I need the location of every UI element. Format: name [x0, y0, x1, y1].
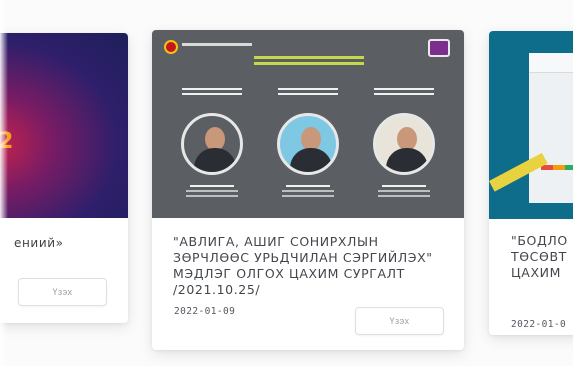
view-button[interactable]: Үзэх: [355, 307, 444, 335]
thumbnail-banner: [254, 56, 364, 72]
card-title[interactable]: "БОДЛО ТӨСӨВТ ЦАХИМ: [511, 233, 573, 281]
partner-logo-icon: [428, 39, 450, 57]
news-card-left[interactable]: 2 ениий» Үзэх: [0, 33, 128, 323]
card-thumbnail[interactable]: 2: [0, 33, 128, 218]
view-button[interactable]: Үзэх: [18, 278, 107, 306]
card-title[interactable]: "АВЛИГА, АШИГ СОНИРХЛЫН ЗӨРЧЛӨӨС УРЬДЧИЛ…: [173, 234, 433, 298]
color-scale: [541, 165, 573, 170]
news-carousel: 2 ениий» Үзэх: [0, 0, 573, 366]
speaker-2: [272, 88, 344, 200]
card-title[interactable]: ениий»: [14, 235, 122, 251]
emblem-logo-icon: [164, 40, 178, 54]
speaker-3: [368, 88, 440, 200]
document-preview: [529, 53, 573, 203]
fade-edge: [0, 0, 8, 366]
news-card-center[interactable]: "АВЛИГА, АШИГ СОНИРХЛЫН ЗӨРЧЛӨӨС УРЬДЧИЛ…: [152, 30, 464, 350]
thumbnail-header: [152, 30, 464, 57]
card-date: 2022-01-0: [511, 319, 567, 330]
news-card-right[interactable]: "БОДЛО ТӨСӨВТ ЦАХИМ 2022-01-0: [489, 31, 573, 335]
card-thumbnail[interactable]: [152, 30, 464, 218]
card-date: 2022-01-09: [174, 306, 236, 317]
speaker-avatar: [181, 113, 243, 175]
card-thumbnail[interactable]: [489, 31, 573, 219]
logo-caption: [182, 43, 252, 46]
speaker-avatar: [277, 113, 339, 175]
speaker-avatar: [373, 113, 435, 175]
speaker-1: [176, 88, 248, 200]
